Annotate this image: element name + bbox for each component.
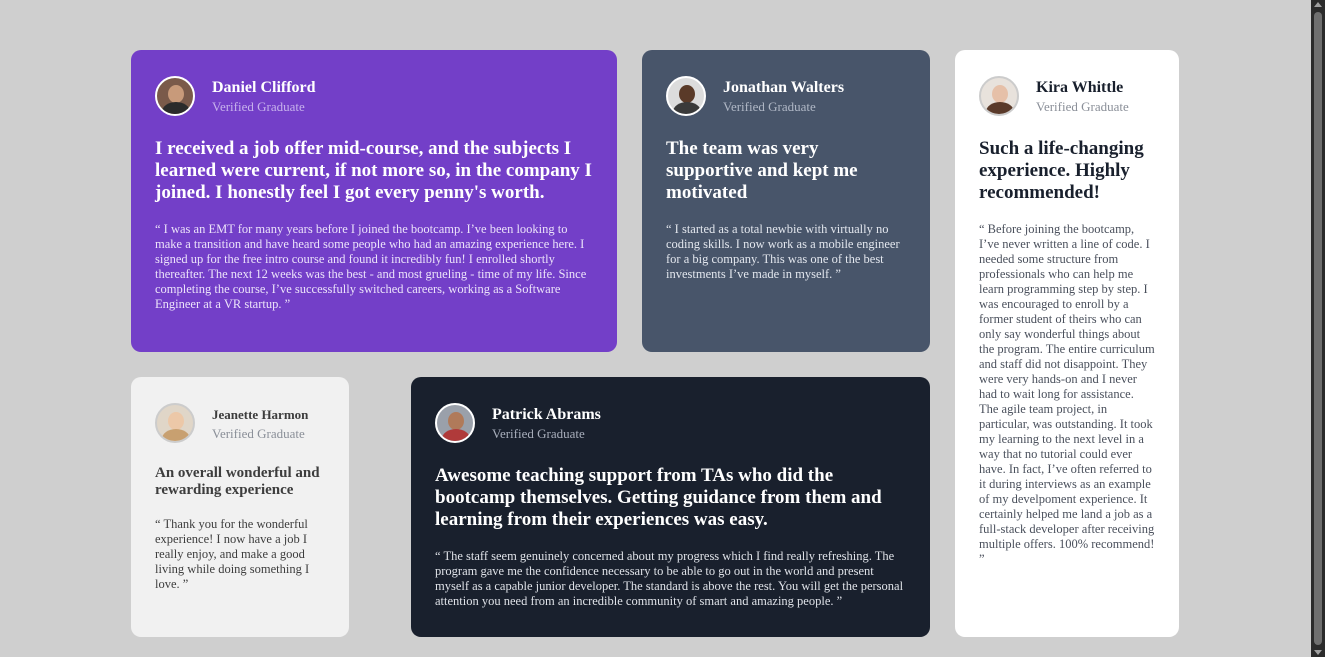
- testimonial-headline: Awesome teaching support from TAs who di…: [435, 465, 882, 530]
- vertical-scrollbar[interactable]: [1311, 0, 1325, 657]
- testimonial-headline: An overall wonderful and rewarding exper…: [155, 465, 320, 498]
- testimonial-headline: I received a job offer mid-course, and t…: [155, 138, 592, 203]
- testimonial-headline: Such a life-changing experience. Highly …: [979, 138, 1144, 203]
- testimonial-card-kira: Kira Whittle Verified Graduate Such a li…: [955, 50, 1179, 637]
- author-role: Verified Graduate: [723, 98, 816, 114]
- author-name: Kira Whittle: [1036, 78, 1124, 96]
- avatar-daniel-icon: [155, 76, 195, 116]
- scroll-up-arrow-icon[interactable]: [1314, 2, 1322, 7]
- author-role: Verified Graduate: [1036, 98, 1129, 114]
- card-header: Jonathan Walters Verified Graduate: [666, 74, 906, 118]
- testimonial-card-patrick: Patrick Abrams Verified Graduate Awesome…: [411, 377, 930, 637]
- author-role: Verified Graduate: [212, 98, 305, 114]
- testimonial-card-jeanette: Jeanette Harmon Verified Graduate An ove…: [131, 377, 349, 637]
- avatar-jeanette-icon: [155, 403, 195, 443]
- testimonial-card-daniel: Daniel Clifford Verified Graduate I rece…: [131, 50, 617, 352]
- avatar-jonathan-icon: [666, 76, 706, 116]
- author-name: Daniel Clifford: [212, 78, 316, 96]
- author-name: Patrick Abrams: [492, 405, 601, 423]
- card-header: Jeanette Harmon Verified Graduate: [155, 401, 325, 445]
- avatar-patrick-icon: [435, 403, 475, 443]
- testimonial-quote: “ Before joining the bootcamp, I’ve neve…: [979, 222, 1155, 566]
- card-header: Daniel Clifford Verified Graduate: [155, 74, 593, 118]
- testimonial-headline: The team was very supportive and kept me…: [666, 138, 858, 203]
- scroll-down-arrow-icon[interactable]: [1314, 650, 1322, 655]
- testimonial-quote: “ I started as a total newbie with virtu…: [666, 222, 900, 281]
- testimonial-card-jonathan: Jonathan Walters Verified Graduate The t…: [642, 50, 930, 352]
- testimonial-quote: “ The staff seem genuinely concerned abo…: [435, 549, 904, 608]
- card-header: Kira Whittle Verified Graduate: [979, 74, 1155, 118]
- author-name: Jonathan Walters: [723, 78, 845, 96]
- author-role: Verified Graduate: [492, 425, 585, 441]
- author-role: Verified Graduate: [212, 425, 305, 441]
- card-header: Patrick Abrams Verified Graduate: [435, 401, 906, 445]
- scrollbar-thumb[interactable]: [1314, 12, 1322, 645]
- author-name: Jeanette Harmon: [212, 406, 309, 422]
- avatar-kira-icon: [979, 76, 1019, 116]
- testimonial-quote: “ I was an EMT for many years before I j…: [155, 222, 587, 311]
- testimonial-quote: “ Thank you for the wonderful experience…: [155, 517, 310, 591]
